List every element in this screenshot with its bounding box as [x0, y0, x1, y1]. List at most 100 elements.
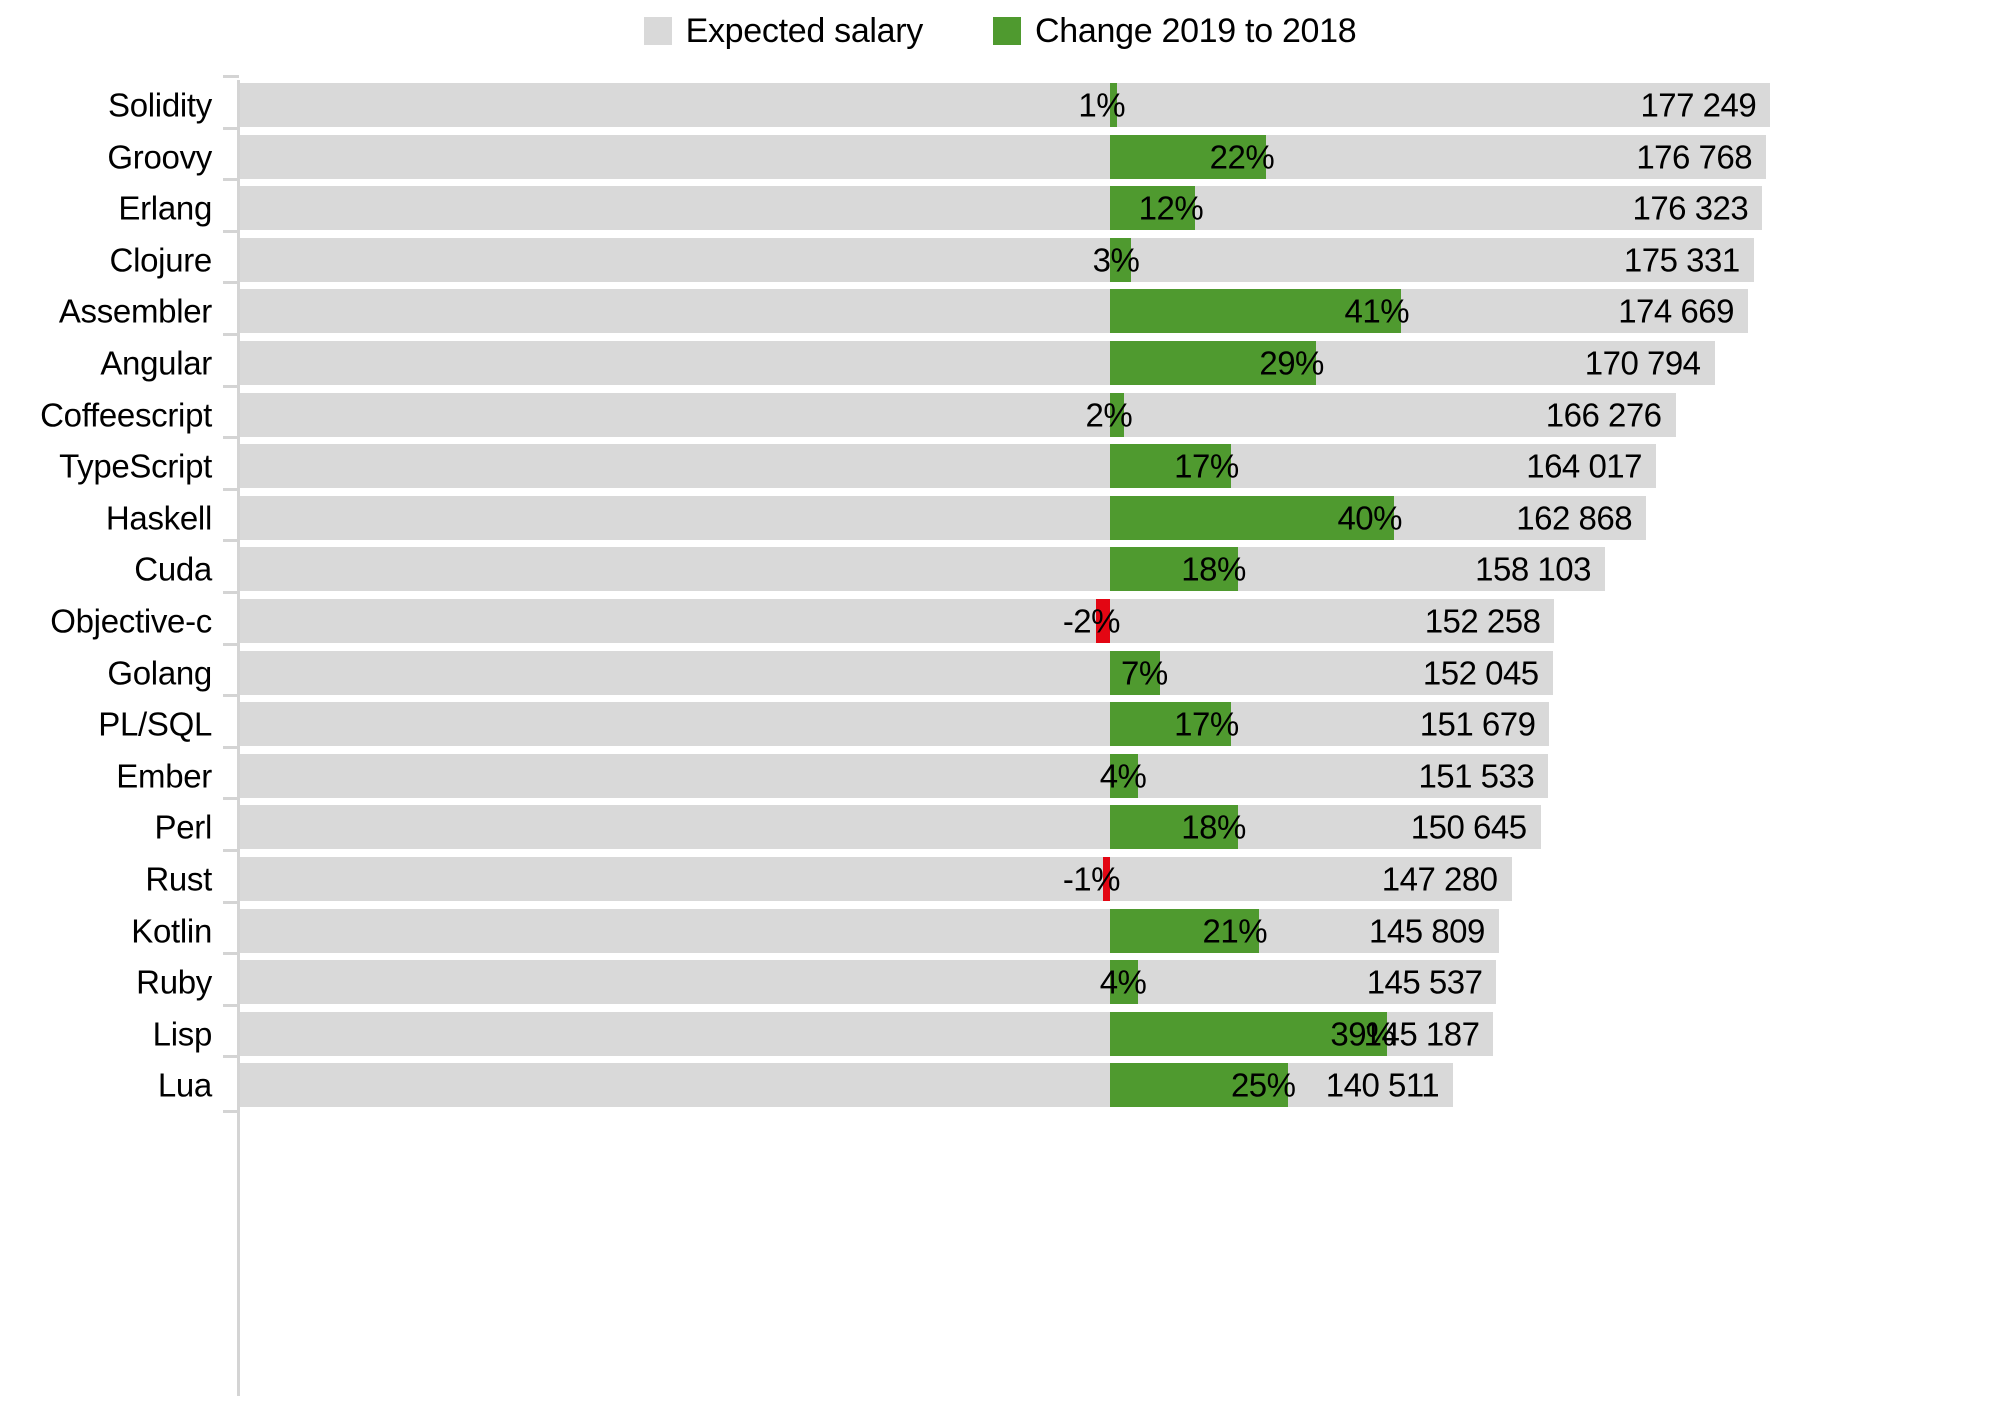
change-value-label: 12% — [1138, 189, 1204, 227]
axis-tick — [223, 1110, 239, 1114]
change-value-label: 4% — [1099, 757, 1147, 795]
bar-row: Ruby 4% 145 537 — [0, 960, 2000, 1005]
bar-row: Rust -1% 147 280 — [0, 857, 2000, 901]
expected-salary-bar — [240, 753, 1549, 798]
axis-tick — [223, 75, 239, 78]
expected-salary-value-label: 164 017 — [1526, 447, 1643, 485]
expected-salary-bar — [240, 134, 1767, 179]
category-label: Lisp — [152, 1015, 213, 1053]
axis-tick — [223, 1003, 239, 1007]
category-label: Objective-c — [50, 602, 212, 640]
axis-tick — [223, 1055, 239, 1059]
bar-row: Solidity 1% 177 249 — [0, 83, 2000, 127]
change-value-label: 18% — [1181, 808, 1246, 846]
expected-salary-value-label: 170 794 — [1584, 344, 1701, 382]
axis-tick — [223, 229, 239, 233]
plot-area: Solidity 1% 177 249 Groovy 22% 176 768 Erlang 1… — [0, 70, 2000, 1410]
expected-salary-bar — [240, 444, 1656, 489]
expected-salary-value-label: 174 669 — [1618, 292, 1734, 330]
bar-row: Groovy 22% 176 768 — [0, 134, 2000, 179]
expected-salary-value-label: 152 258 — [1424, 602, 1541, 640]
expected-salary-value-label: 151 533 — [1418, 757, 1535, 795]
legend-label-change: Change 2019 to 2018 — [1035, 12, 1357, 50]
bar-row: Cuda 18% 158 103 — [0, 547, 2000, 592]
bar-row: Objective-c -2% 152 258 — [0, 599, 2000, 643]
axis-tick — [223, 487, 239, 491]
bar-row: Golang 7% 152 045 — [0, 650, 2000, 695]
bar-row: Haskell 40% 162 868 — [0, 495, 2000, 540]
expected-salary-value-label: 176 323 — [1632, 189, 1749, 227]
expected-salary-bar — [240, 341, 1715, 385]
change-value-label: 25% — [1230, 1066, 1296, 1104]
expected-salary-bar — [240, 805, 1541, 850]
expected-salary-value-label: 162 868 — [1516, 499, 1633, 537]
bar-row: Perl 18% 150 645 — [0, 805, 2000, 850]
expected-salary-value-label: 140 511 — [1325, 1066, 1440, 1104]
expected-salary-value-label: 145 537 — [1366, 963, 1483, 1001]
category-label: Coffeescript — [40, 396, 212, 434]
change-value-label: 17% — [1174, 447, 1239, 485]
bar-row: Ember 4% 151 533 — [0, 753, 2000, 798]
bar-row: Clojure 3% 175 331 — [0, 237, 2000, 282]
category-label: Ruby — [136, 963, 212, 1001]
change-value-label: 22% — [1209, 138, 1275, 176]
change-value-label: -1% — [1062, 860, 1121, 898]
axis-tick — [223, 849, 239, 852]
change-value-label: 39% — [1330, 1015, 1395, 1053]
change-value-label: 40% — [1337, 499, 1402, 537]
axis-tick — [223, 642, 239, 646]
category-label: Clojure — [109, 241, 213, 279]
change-value-label: 7% — [1121, 654, 1168, 692]
expected-salary-value-label: 151 679 — [1419, 705, 1536, 743]
change-value-label: 4% — [1099, 963, 1147, 1001]
category-label: PL/SQL — [98, 705, 212, 743]
legend-item-change: Change 2019 to 2018 — [993, 12, 1357, 50]
change-value-label: 41% — [1344, 292, 1410, 330]
expected-salary-bar — [240, 237, 1754, 282]
expected-salary-bar — [240, 83, 1771, 127]
expected-salary-value-label: 176 768 — [1636, 138, 1753, 176]
category-label: Assembler — [58, 292, 212, 330]
expected-salary-value-label: 166 276 — [1545, 396, 1662, 434]
axis-tick — [223, 539, 239, 543]
category-label: Kotlin — [131, 912, 212, 950]
axis-tick — [223, 126, 239, 130]
category-label: TypeScript — [59, 447, 212, 485]
expected-salary-bar — [240, 599, 1555, 643]
bar-row: Lua 25% 140 511 — [0, 1063, 2000, 1108]
category-label: Perl — [154, 808, 213, 846]
bar-row: Lisp 39% 145 187 — [0, 1011, 2000, 1056]
expected-salary-value-label: 150 645 — [1410, 808, 1527, 846]
legend-item-expected-salary: Expected salary — [643, 14, 923, 48]
change-value-label: 2% — [1085, 396, 1133, 434]
category-label: Ember — [116, 757, 212, 795]
expected-salary-value-label: 158 103 — [1475, 550, 1591, 588]
axis-tick — [223, 952, 239, 956]
bar-row: Erlang 12% 176 323 — [0, 186, 2000, 231]
category-label: Rust — [145, 860, 212, 898]
expected-salary-value-label: 152 045 — [1422, 654, 1539, 692]
category-label: Haskell — [105, 499, 212, 537]
expected-salary-bar — [240, 702, 1550, 747]
axis-tick — [223, 178, 239, 182]
expected-salary-value-label: 145 809 — [1369, 912, 1485, 950]
expected-salary-bar — [240, 650, 1553, 695]
axis-tick — [223, 745, 239, 749]
change-value-label: -2% — [1062, 602, 1121, 640]
expected-salary-bar — [240, 392, 1676, 437]
category-label: Groovy — [107, 138, 212, 176]
legend-swatch-change-icon — [993, 17, 1022, 45]
axis-tick — [223, 591, 239, 594]
category-label: Angular — [100, 344, 212, 382]
change-value-label: 17% — [1174, 705, 1239, 743]
salary-change-bar-chart: Expected salary Change 2019 to 2018 Soli… — [0, 0, 2000, 1417]
axis-tick — [223, 694, 239, 698]
category-label: Cuda — [134, 550, 212, 588]
expected-salary-value-label: 147 280 — [1381, 860, 1498, 898]
axis-tick — [223, 384, 239, 388]
category-label: Solidity — [108, 86, 212, 124]
change-value-label: 1% — [1078, 86, 1126, 124]
bar-row: PL/SQL 17% 151 679 — [0, 702, 2000, 747]
category-label: Erlang — [118, 189, 212, 227]
expected-salary-bar — [240, 495, 1647, 540]
